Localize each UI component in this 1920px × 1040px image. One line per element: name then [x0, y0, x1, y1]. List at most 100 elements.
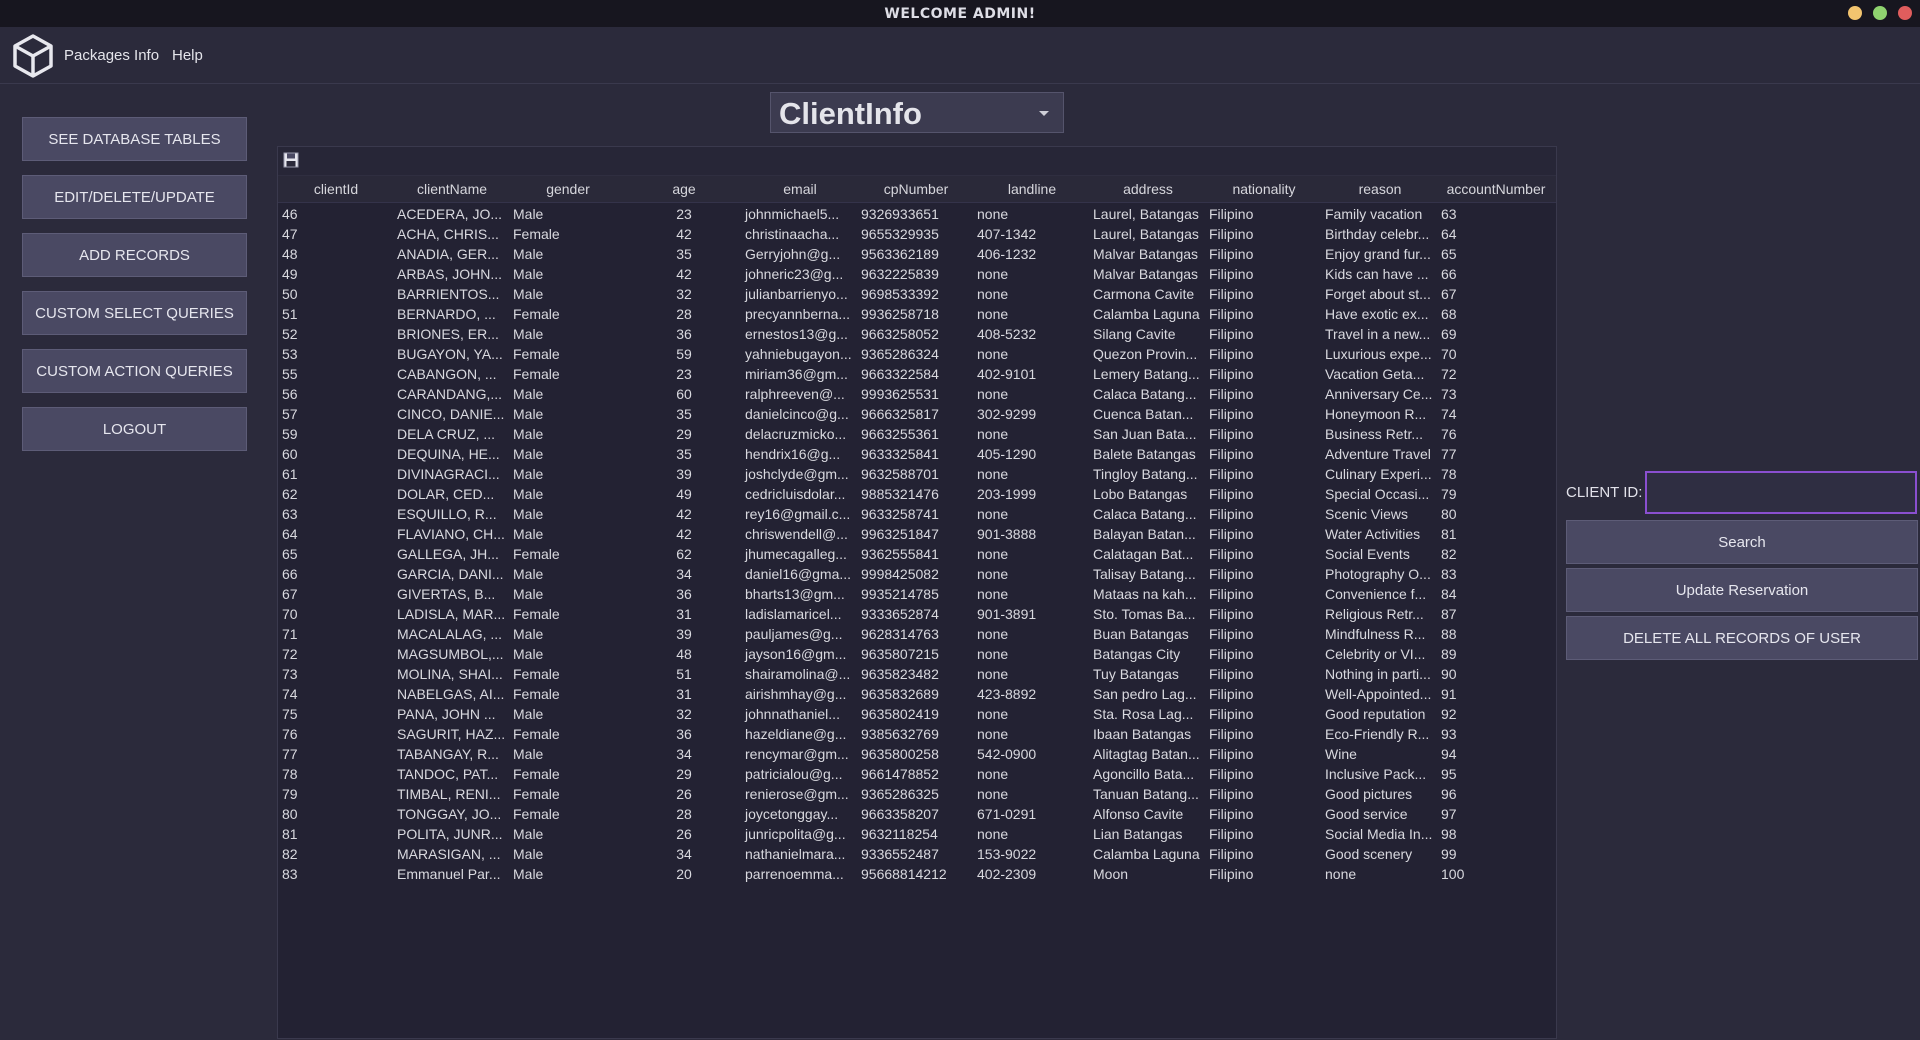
table-cell[interactable]: ANADIA, GER...: [394, 244, 510, 264]
table-select-dropdown[interactable]: ClientInfo: [770, 92, 1064, 133]
table-cell[interactable]: Batangas City: [1090, 644, 1206, 664]
table-cell[interactable]: GIVERTAS, B...: [394, 584, 510, 604]
table-cell[interactable]: 9663258052: [858, 324, 974, 344]
custom-select-queries-button[interactable]: CUSTOM SELECT QUERIES: [22, 291, 247, 335]
table-row[interactable]: 71 MACALALAG, ... Male 39 pauljames@g... 9628…: [278, 624, 1556, 644]
table-cell[interactable]: Filipino: [1206, 684, 1322, 704]
table-cell[interactable]: 203-1999: [974, 484, 1090, 504]
table-cell[interactable]: none: [974, 204, 1090, 224]
table-cell[interactable]: 28: [626, 304, 742, 324]
table-cell[interactable]: 63: [1438, 204, 1554, 224]
table-cell[interactable]: Special Occasi...: [1322, 484, 1438, 504]
table-cell[interactable]: TABANGAY, R...: [394, 744, 510, 764]
table-cell[interactable]: Mindfulness R...: [1322, 624, 1438, 644]
table-cell[interactable]: Have exotic ex...: [1322, 304, 1438, 324]
table-cell[interactable]: 9963251847: [858, 524, 974, 544]
table-cell[interactable]: jhumecagalleg...: [742, 544, 858, 564]
maximize-button[interactable]: [1873, 6, 1887, 20]
table-cell[interactable]: 9885321476: [858, 484, 974, 504]
table-row[interactable]: 75 PANA, JOHN ... Male 32 johnnathaniel... 96…: [278, 704, 1556, 724]
table-cell[interactable]: 99: [1438, 844, 1554, 864]
table-cell[interactable]: Filipino: [1206, 384, 1322, 404]
table-cell[interactable]: 56: [278, 384, 394, 404]
table-cell[interactable]: ACHA, CHRIS...: [394, 224, 510, 244]
table-cell[interactable]: MARASIGAN, ...: [394, 844, 510, 864]
table-cell[interactable]: ARBAS, JOHN...: [394, 264, 510, 284]
table-cell[interactable]: 61: [278, 464, 394, 484]
table-cell[interactable]: Photography O...: [1322, 564, 1438, 584]
table-cell[interactable]: 9635823482: [858, 664, 974, 684]
table-cell[interactable]: ernestos13@g...: [742, 324, 858, 344]
table-row[interactable]: 55 CABANGON, ... Female 23 miriam36@gm... 966…: [278, 364, 1556, 384]
table-cell[interactable]: pauljames@g...: [742, 624, 858, 644]
table-cell[interactable]: Inclusive Pack...: [1322, 764, 1438, 784]
table-cell[interactable]: none: [974, 784, 1090, 804]
table-cell[interactable]: 32: [626, 704, 742, 724]
table-cell[interactable]: Filipino: [1206, 624, 1322, 644]
table-cell[interactable]: 81: [278, 824, 394, 844]
table-cell[interactable]: Lobo Batangas: [1090, 484, 1206, 504]
table-cell[interactable]: DIVINAGRACI...: [394, 464, 510, 484]
table-cell[interactable]: Female: [510, 604, 626, 624]
table-cell[interactable]: 79: [278, 784, 394, 804]
table-cell[interactable]: 83: [1438, 564, 1554, 584]
table-row[interactable]: 46 ACEDERA, JO... Male 23 johnmichael5... 932…: [278, 204, 1556, 224]
table-cell[interactable]: Wine: [1322, 744, 1438, 764]
table-cell[interactable]: 9632588701: [858, 464, 974, 484]
table-cell[interactable]: 91: [1438, 684, 1554, 704]
table-cell[interactable]: Female: [510, 784, 626, 804]
table-cell[interactable]: Male: [510, 264, 626, 284]
table-cell[interactable]: Filipino: [1206, 324, 1322, 344]
table-cell[interactable]: Tanuan Batang...: [1090, 784, 1206, 804]
table-row[interactable]: 79 TIMBAL, RENI... Female 26 renierose@gm...…: [278, 784, 1556, 804]
table-row[interactable]: 61 DIVINAGRACI... Male 39 joshclyde@gm... 963…: [278, 464, 1556, 484]
table-cell[interactable]: Filipino: [1206, 664, 1322, 684]
table-cell[interactable]: 9936258718: [858, 304, 974, 324]
table-cell[interactable]: Male: [510, 484, 626, 504]
table-cell[interactable]: 9635807215: [858, 644, 974, 664]
table-cell[interactable]: Female: [510, 684, 626, 704]
table-cell[interactable]: 31: [626, 684, 742, 704]
table-cell[interactable]: Male: [510, 504, 626, 524]
table-cell[interactable]: LADISLA, MAR...: [394, 604, 510, 624]
table-cell[interactable]: 48: [278, 244, 394, 264]
table-cell[interactable]: 100: [1438, 864, 1554, 884]
table-cell[interactable]: 68: [1438, 304, 1554, 324]
table-row[interactable]: 50 BARRIENTOS... Male 32 julianbarrienyo... 9…: [278, 284, 1556, 304]
table-cell[interactable]: 53: [278, 344, 394, 364]
table-cell[interactable]: 70: [1438, 344, 1554, 364]
table-cell[interactable]: 32: [626, 284, 742, 304]
table-cell[interactable]: 77: [278, 744, 394, 764]
column-header[interactable]: gender: [510, 176, 626, 202]
table-cell[interactable]: Adventure Travel: [1322, 444, 1438, 464]
table-cell[interactable]: none: [974, 624, 1090, 644]
table-cell[interactable]: 90: [1438, 664, 1554, 684]
table-cell[interactable]: 64: [1438, 224, 1554, 244]
table-cell[interactable]: 402-9101: [974, 364, 1090, 384]
table-cell[interactable]: Luxurious expe...: [1322, 344, 1438, 364]
search-button[interactable]: Search: [1566, 520, 1918, 564]
table-cell[interactable]: 82: [1438, 544, 1554, 564]
table-row[interactable]: 77 TABANGAY, R... Male 34 rencymar@gm... 9635…: [278, 744, 1556, 764]
table-cell[interactable]: Filipino: [1206, 484, 1322, 504]
table-cell[interactable]: 34: [626, 844, 742, 864]
table-cell[interactable]: 9698533392: [858, 284, 974, 304]
table-cell[interactable]: 9326933651: [858, 204, 974, 224]
table-cell[interactable]: 87: [1438, 604, 1554, 624]
table-cell[interactable]: 29: [626, 764, 742, 784]
table-cell[interactable]: 96: [1438, 784, 1554, 804]
table-cell[interactable]: joshclyde@gm...: [742, 464, 858, 484]
table-cell[interactable]: Filipino: [1206, 744, 1322, 764]
table-cell[interactable]: ACEDERA, JO...: [394, 204, 510, 224]
table-cell[interactable]: yahniebugayon...: [742, 344, 858, 364]
see-database-tables-button[interactable]: SEE DATABASE TABLES: [22, 117, 247, 161]
table-cell[interactable]: MAGSUMBOL,...: [394, 644, 510, 664]
table-cell[interactable]: 9663322584: [858, 364, 974, 384]
table-cell[interactable]: 51: [626, 664, 742, 684]
table-cell[interactable]: 65: [278, 544, 394, 564]
table-row[interactable]: 59 DELA CRUZ, ... Male 29 delacruzmicko... 96…: [278, 424, 1556, 444]
table-cell[interactable]: Female: [510, 364, 626, 384]
column-header[interactable]: reason: [1322, 176, 1438, 202]
table-cell[interactable]: Good service: [1322, 804, 1438, 824]
table-cell[interactable]: none: [974, 584, 1090, 604]
